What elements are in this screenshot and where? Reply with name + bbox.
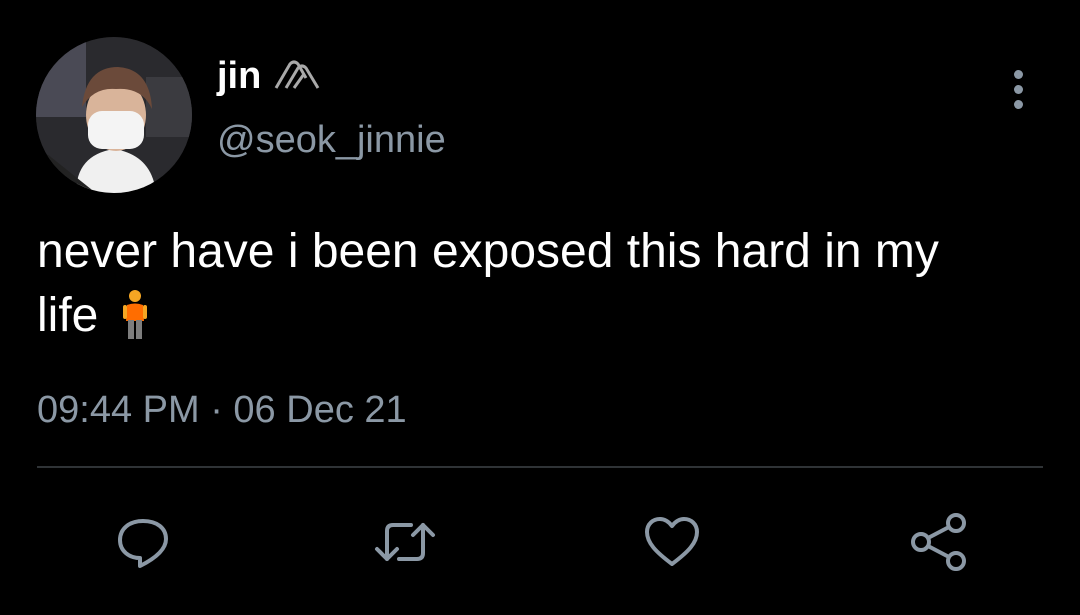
- user-handle[interactable]: @seok_jinnie: [217, 118, 446, 162]
- avatar[interactable]: [36, 37, 192, 193]
- retweet-icon[interactable]: [373, 510, 437, 574]
- more-dot: [1013, 84, 1023, 94]
- tweet-card: jin @seok_jinnie never have i been expos…: [0, 0, 1080, 615]
- more-dot: [1013, 69, 1023, 79]
- more-dot: [1013, 99, 1023, 109]
- carabiner-icon: [272, 58, 324, 97]
- tweet-text: never have i been exposed this hard in m…: [37, 220, 1047, 358]
- avatar-image: [36, 37, 192, 193]
- tweet-timestamp[interactable]: 09:44 PM · 06 Dec 21: [37, 388, 407, 432]
- tweet-text-line-content: life: [37, 289, 99, 342]
- divider: [37, 466, 1043, 468]
- person-standing-emoji: [122, 289, 148, 358]
- more-vertical-icon[interactable]: [996, 62, 1040, 116]
- reply-icon[interactable]: [111, 510, 175, 574]
- action-bar: [0, 500, 1080, 580]
- heart-icon[interactable]: [640, 510, 704, 574]
- share-icon[interactable]: [907, 510, 971, 574]
- display-name[interactable]: jin: [217, 54, 261, 98]
- tweet-text-line: life: [37, 284, 1047, 358]
- tweet-text-line: never have i been exposed this hard in m…: [37, 225, 939, 278]
